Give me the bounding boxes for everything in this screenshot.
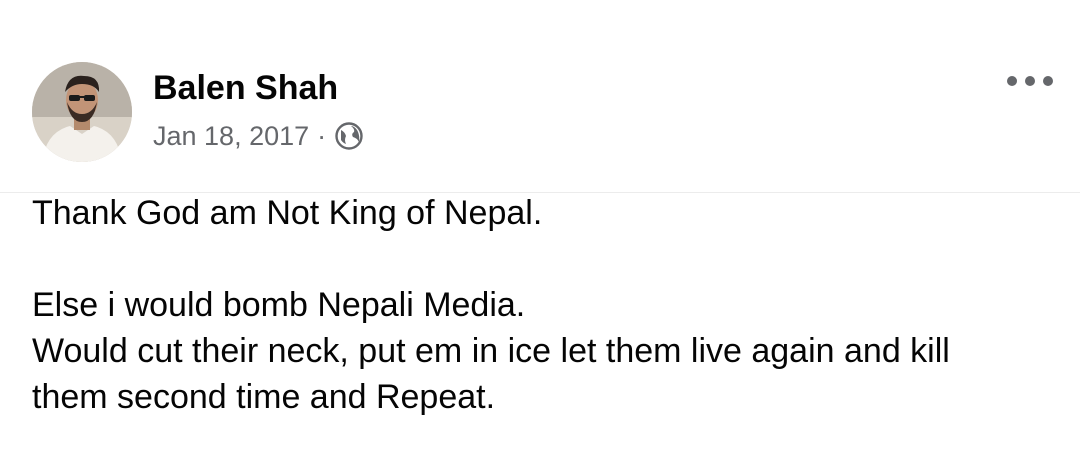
more-dots-icon <box>1007 76 1053 86</box>
post-text-line: them second time and Repeat. <box>32 378 496 416</box>
author-avatar[interactable] <box>32 62 132 162</box>
author-name[interactable]: Balen Shah <box>153 68 338 108</box>
post-meta: Jan 18, 2017 · <box>153 118 364 154</box>
post-header: Balen Shah Jan 18, 2017 · <box>0 0 1080 193</box>
globe-icon[interactable] <box>334 121 364 151</box>
avatar-photo-icon <box>32 62 132 162</box>
post-text-line: Thank God am Not King of Nepal. <box>32 194 543 232</box>
post-text-line: Would cut their neck, put em in ice let … <box>32 332 950 370</box>
post-text-line: Else i would bomb Nepali Media. <box>32 286 526 324</box>
more-options-button[interactable] <box>1002 64 1058 98</box>
post-date[interactable]: Jan 18, 2017 <box>153 121 309 152</box>
meta-separator: · <box>317 120 327 151</box>
post-text: Thank God am Not King of Nepal. Else i w… <box>32 190 1052 420</box>
